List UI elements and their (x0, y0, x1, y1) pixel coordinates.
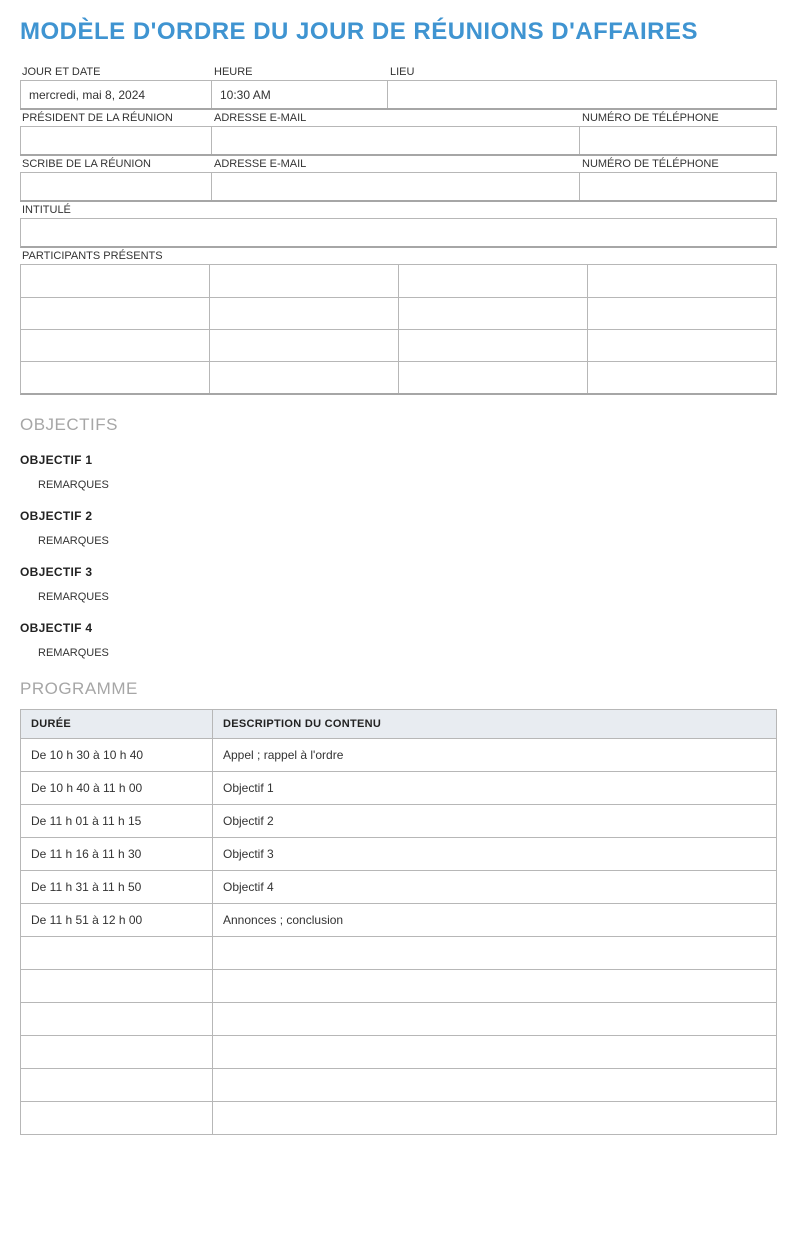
programme-cell-duree[interactable] (21, 1003, 213, 1036)
participant-cell[interactable] (399, 297, 588, 329)
programme-row (21, 1003, 777, 1036)
programme-table: DURÉE DESCRIPTION DU CONTENU De 10 h 30 … (20, 709, 777, 1135)
programme-row: De 11 h 31 à 11 h 50Objectif 4 (21, 871, 777, 904)
programme-cell-desc[interactable]: Objectif 2 (213, 805, 777, 838)
programme-cell-desc[interactable]: Objectif 1 (213, 772, 777, 805)
participant-cell[interactable] (588, 361, 776, 393)
label-time: HEURE (212, 64, 388, 80)
programme-cell-desc[interactable] (213, 1069, 777, 1102)
participant-cell[interactable] (399, 361, 588, 393)
programme-cell-duree[interactable]: De 11 h 51 à 12 h 00 (21, 904, 213, 937)
objectif-3-title: OBJECTIF 3 (20, 565, 777, 579)
programme-header-duree: DURÉE (21, 710, 213, 739)
participant-cell[interactable] (21, 265, 210, 297)
participant-cell[interactable] (399, 329, 588, 361)
programme-row: De 10 h 30 à 10 h 40Appel ; rappel à l'o… (21, 739, 777, 772)
programme-cell-duree[interactable] (21, 970, 213, 1003)
input-place[interactable] (388, 80, 777, 108)
input-president-phone[interactable] (580, 126, 777, 154)
programme-cell-desc[interactable] (213, 970, 777, 1003)
programme-cell-desc[interactable]: Appel ; rappel à l'ordre (213, 739, 777, 772)
label-president: PRÉSIDENT DE LA RÉUNION (20, 110, 212, 126)
participant-cell[interactable] (588, 329, 776, 361)
participant-cell[interactable] (21, 297, 210, 329)
participant-cell[interactable] (588, 297, 776, 329)
programme-cell-duree[interactable] (21, 937, 213, 970)
label-participants: PARTICIPANTS PRÉSENTS (20, 248, 165, 264)
label-scribe-phone: NUMÉRO DE TÉLÉPHONE (580, 156, 777, 172)
participant-cell[interactable] (21, 329, 210, 361)
programme-row (21, 1069, 777, 1102)
programme-header-desc: DESCRIPTION DU CONTENU (213, 710, 777, 739)
label-scribe-email: ADRESSE E-MAIL (212, 156, 580, 172)
programme-cell-desc[interactable] (213, 1003, 777, 1036)
programme-cell-desc[interactable] (213, 1102, 777, 1135)
input-time[interactable]: 10:30 AM (212, 80, 388, 108)
objectif-2-title: OBJECTIF 2 (20, 509, 777, 523)
programme-cell-duree[interactable] (21, 1036, 213, 1069)
objectif-2-remark: REMARQUES (38, 535, 777, 547)
label-president-email: ADRESSE E-MAIL (212, 110, 580, 126)
input-scribe-phone[interactable] (580, 172, 777, 200)
programme-cell-duree[interactable] (21, 1069, 213, 1102)
section-objectifs: OBJECTIFS (20, 415, 777, 435)
input-president-email[interactable] (212, 126, 580, 154)
programme-cell-duree[interactable]: De 11 h 16 à 11 h 30 (21, 838, 213, 871)
programme-cell-desc[interactable]: Annonces ; conclusion (213, 904, 777, 937)
input-intitule[interactable] (20, 218, 777, 248)
input-president-name[interactable] (20, 126, 212, 154)
programme-cell-duree[interactable]: De 11 h 31 à 11 h 50 (21, 871, 213, 904)
input-scribe-email[interactable] (212, 172, 580, 200)
label-intitule: INTITULÉ (20, 202, 73, 218)
objectif-3-remark: REMARQUES (38, 591, 777, 603)
programme-cell-desc[interactable] (213, 1036, 777, 1069)
page-title: MODÈLE D'ORDRE DU JOUR DE RÉUNIONS D'AFF… (20, 18, 777, 46)
objectif-1-remark: REMARQUES (38, 479, 777, 491)
label-scribe: SCRIBE DE LA RÉUNION (20, 156, 212, 172)
programme-row: De 11 h 16 à 11 h 30Objectif 3 (21, 838, 777, 871)
participant-cell[interactable] (210, 297, 399, 329)
programme-cell-desc[interactable] (213, 937, 777, 970)
programme-row (21, 970, 777, 1003)
programme-cell-desc[interactable]: Objectif 4 (213, 871, 777, 904)
programme-cell-duree[interactable]: De 10 h 40 à 11 h 00 (21, 772, 213, 805)
participant-cell[interactable] (588, 265, 776, 297)
programme-cell-duree[interactable] (21, 1102, 213, 1135)
programme-row (21, 1036, 777, 1069)
label-president-phone: NUMÉRO DE TÉLÉPHONE (580, 110, 777, 126)
programme-row: De 11 h 01 à 11 h 15Objectif 2 (21, 805, 777, 838)
programme-row: De 11 h 51 à 12 h 00Annonces ; conclusio… (21, 904, 777, 937)
input-daydate[interactable]: mercredi, mai 8, 2024 (20, 80, 212, 108)
section-programme: PROGRAMME (20, 679, 777, 699)
label-place: LIEU (388, 64, 777, 80)
programme-row (21, 937, 777, 970)
objectif-4-remark: REMARQUES (38, 647, 777, 659)
objectif-4-title: OBJECTIF 4 (20, 621, 777, 635)
participant-cell[interactable] (210, 329, 399, 361)
programme-row (21, 1102, 777, 1135)
programme-cell-duree[interactable]: De 11 h 01 à 11 h 15 (21, 805, 213, 838)
input-scribe-name[interactable] (20, 172, 212, 200)
participant-cell[interactable] (399, 265, 588, 297)
participants-grid (20, 264, 777, 395)
programme-cell-desc[interactable]: Objectif 3 (213, 838, 777, 871)
label-daydate: JOUR ET DATE (20, 64, 212, 80)
participant-cell[interactable] (210, 265, 399, 297)
programme-row: De 10 h 40 à 11 h 00Objectif 1 (21, 772, 777, 805)
participant-cell[interactable] (210, 361, 399, 393)
objectif-1-title: OBJECTIF 1 (20, 453, 777, 467)
participant-cell[interactable] (21, 361, 210, 393)
programme-cell-duree[interactable]: De 10 h 30 à 10 h 40 (21, 739, 213, 772)
